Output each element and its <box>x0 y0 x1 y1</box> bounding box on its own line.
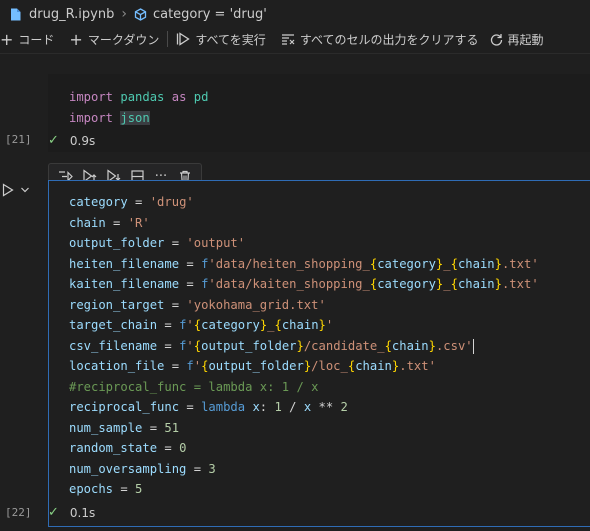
cell-1-status: ✓ 0.9s <box>48 133 95 148</box>
chevron-down-icon <box>21 187 29 193</box>
cell-2-code[interactable]: category = 'drug' chain = 'R' output_fol… <box>69 192 539 500</box>
chevron-right-icon: › <box>121 6 127 22</box>
success-check-icon: ✓ <box>48 133 59 148</box>
variable-icon <box>134 7 147 21</box>
add-code-label: コード <box>18 32 55 47</box>
text-cursor <box>472 338 474 354</box>
code-cell-2[interactable]: category = 'drug' chain = 'R' output_fol… <box>48 180 590 527</box>
plus-icon: + <box>69 29 83 49</box>
breadcrumb-file[interactable]: drug_R.ipynb <box>29 7 114 22</box>
notebook-file-icon <box>10 8 21 21</box>
breadcrumb: drug_R.ipynb › category = 'drug' <box>0 0 590 28</box>
clear-outputs-label: すべてのセルの出力をクリアする <box>299 32 479 47</box>
toolbar-divider-line <box>0 53 590 54</box>
play-icon <box>2 183 14 197</box>
run-cell-button[interactable] <box>2 183 30 197</box>
toolbar-divider <box>167 31 169 47</box>
run-all-label: すべてを実行 <box>195 32 266 47</box>
plus-icon: + <box>0 29 14 49</box>
exec-count-2: [22] <box>5 506 32 519</box>
restart-label: 再起動 <box>507 32 544 47</box>
cell-1-time: 0.9s <box>69 133 96 148</box>
code-cell-1[interactable]: import pandas as pd import json <box>48 74 590 152</box>
notebook-toolbar: + コード + マークダウン すべてを実行 すべてのセルの出力をクリアする 再起… <box>0 28 590 50</box>
restart-button[interactable]: 再起動 <box>490 31 544 48</box>
success-check-icon: ✓ <box>48 505 59 520</box>
restart-icon <box>490 33 503 46</box>
cell-1-code[interactable]: import pandas as pd import json <box>69 87 208 128</box>
clear-all-icon <box>281 33 295 45</box>
add-markdown-label: マークダウン <box>87 32 160 47</box>
run-all-icon <box>176 32 191 46</box>
clear-outputs-button[interactable]: すべてのセルの出力をクリアする <box>281 31 479 48</box>
exec-count-1: [21] <box>5 133 32 146</box>
cell-2-time: 0.1s <box>69 505 96 520</box>
add-markdown-button[interactable]: + マークダウン <box>69 30 159 49</box>
breadcrumb-symbol[interactable]: category = 'drug' <box>153 7 267 22</box>
cell-2-status: ✓ 0.1s <box>48 505 95 520</box>
run-all-button[interactable]: すべてを実行 <box>176 31 266 48</box>
add-code-button[interactable]: + コード <box>0 30 54 49</box>
